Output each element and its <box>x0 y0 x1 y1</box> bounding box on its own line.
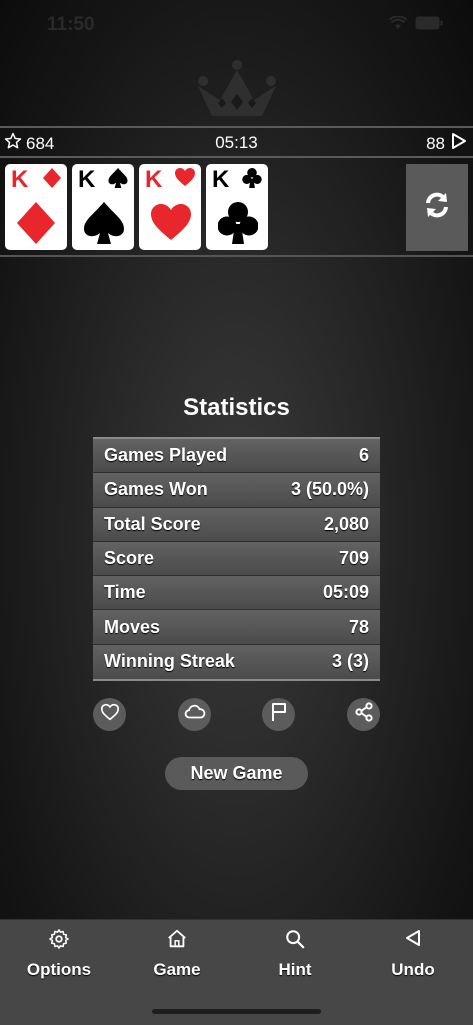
diamond-icon <box>17 202 55 249</box>
stat-label: Score <box>104 548 155 569</box>
moves-value: 88 <box>426 133 445 153</box>
undo-label: Undo <box>391 960 435 979</box>
refresh-button[interactable] <box>406 164 468 251</box>
diamond-icon <box>43 168 61 193</box>
stat-row-moves: Moves 78 <box>93 610 380 645</box>
status-bar: 11:50 <box>0 0 473 52</box>
stat-label: Moves <box>104 616 161 637</box>
home-icon <box>166 928 188 955</box>
stat-row-time: Time 05:09 <box>93 576 380 611</box>
card-rank: K <box>11 166 29 193</box>
card-king-hearts[interactable]: K <box>139 164 201 250</box>
stat-label: Total Score <box>104 513 201 534</box>
stat-label: Winning Streak <box>104 651 235 672</box>
stat-value: 3 (3) <box>331 651 369 672</box>
gear-icon <box>48 928 70 955</box>
stat-row-games-won: Games Won 3 (50.0%) <box>93 473 380 508</box>
undo-button[interactable]: Undo <box>354 920 472 990</box>
hint-label: Hint <box>278 960 312 979</box>
stat-value: 709 <box>338 548 369 569</box>
heart-icon <box>100 703 120 726</box>
stat-value: 05:09 <box>322 582 369 603</box>
moves-display[interactable]: 88 <box>426 132 467 155</box>
cloud-button[interactable] <box>178 698 211 731</box>
heart-suit-icon <box>151 202 191 247</box>
spade-icon <box>84 202 124 249</box>
divider <box>0 255 473 257</box>
stat-value: 2,080 <box>323 513 369 534</box>
status-icons <box>388 15 443 35</box>
flag-icon <box>270 702 288 727</box>
card-king-spades[interactable]: K <box>72 164 134 250</box>
stat-row-games-played: Games Played 6 <box>93 439 380 474</box>
stat-value: 6 <box>358 445 369 466</box>
card-rank: K <box>212 166 230 193</box>
spade-icon <box>108 168 128 193</box>
play-icon[interactable] <box>451 132 467 155</box>
stat-label: Games Won <box>104 479 208 500</box>
club-icon <box>242 168 262 193</box>
stat-row-total-score: Total Score 2,080 <box>93 507 380 542</box>
share-button[interactable] <box>347 698 380 731</box>
statistics-table: Games Played 6 Games Won 3 (50.0%) Total… <box>93 437 380 682</box>
card-king-clubs[interactable]: K <box>206 164 268 250</box>
stat-value: 78 <box>348 616 369 637</box>
heart-suit-icon <box>175 168 195 191</box>
game-label: Game <box>153 960 201 979</box>
battery-icon <box>415 16 443 35</box>
stat-label: Games Played <box>104 445 228 466</box>
options-button[interactable]: Options <box>0 920 118 990</box>
search-icon <box>284 928 306 955</box>
stat-row-winning-streak: Winning Streak 3 (3) <box>93 644 380 680</box>
status-time: 11:50 <box>47 14 95 35</box>
new-game-button[interactable]: New Game <box>165 757 308 790</box>
stat-row-score: Score 709 <box>93 541 380 577</box>
info-bar: 684 05:13 88 <box>0 126 473 158</box>
stat-value: 3 (50.0%) <box>290 479 369 500</box>
favorite-button[interactable] <box>93 698 126 731</box>
hint-button[interactable]: Hint <box>236 920 354 990</box>
card-king-diamonds[interactable]: K <box>5 164 67 250</box>
home-indicator <box>152 1009 321 1014</box>
game-button[interactable]: Game <box>118 920 236 990</box>
foundation-area: K K K K <box>0 160 473 256</box>
cloud-icon <box>184 704 206 725</box>
flag-button[interactable] <box>262 698 295 731</box>
club-icon <box>217 202 259 249</box>
card-rank: K <box>78 166 96 193</box>
share-icon <box>354 702 374 727</box>
back-triangle-icon <box>403 928 423 953</box>
action-buttons <box>93 698 380 732</box>
refresh-icon <box>422 190 452 225</box>
statistics-title: Statistics <box>183 394 290 421</box>
stat-label: Time <box>104 582 146 603</box>
card-rank: K <box>145 166 163 193</box>
wifi-icon <box>388 15 408 35</box>
timer: 05:13 <box>215 133 258 152</box>
crown-logo-icon <box>192 58 282 120</box>
options-label: Options <box>26 960 92 979</box>
